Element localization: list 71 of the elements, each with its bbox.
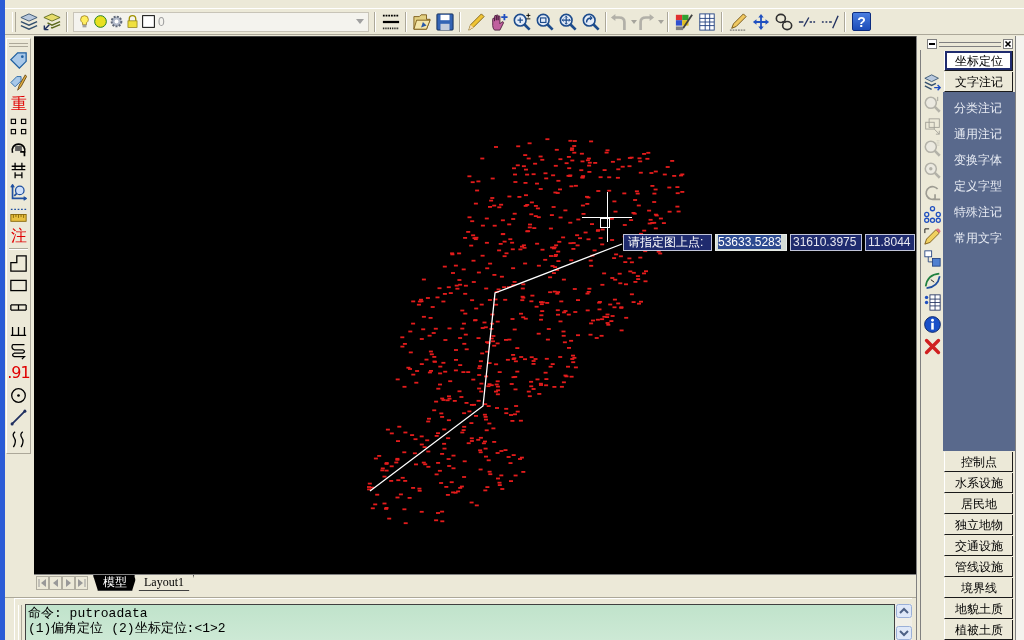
caret-icon: [356, 19, 364, 24]
category-button[interactable]: 居民地: [944, 494, 1013, 514]
palette-item[interactable]: 特殊注记: [943, 199, 1015, 225]
zigzag-icon[interactable]: [10, 342, 27, 360]
minus-icon[interactable]: [927, 39, 937, 49]
dashed-lines-icon[interactable]: [381, 12, 400, 31]
toolbar-button[interactable]: 重: [10, 94, 27, 114]
command-history-line: 命令: putroadata: [28, 606, 149, 621]
category-button[interactable]: 管线设施: [944, 557, 1013, 577]
dynamic-input-prompt: 请指定图上点:: [623, 234, 712, 251]
toolbar-button[interactable]: 注: [10, 226, 27, 246]
palette-item[interactable]: 分类注记: [943, 95, 1015, 121]
tag-icon[interactable]: [10, 51, 27, 69]
hand-plus-icon[interactable]: [489, 12, 508, 31]
sun-icon: [94, 15, 107, 28]
palette-brush-icon[interactable]: [674, 12, 693, 31]
curve-arrows-icon[interactable]: [923, 271, 941, 289]
pencil-eraser-icon[interactable]: [923, 227, 941, 245]
axis-magnifier-icon[interactable]: [10, 183, 27, 201]
gear-icon: [110, 15, 123, 28]
slash-line-icon[interactable]: [820, 12, 839, 31]
square-dots-icon[interactable]: [10, 117, 27, 135]
pencil-ruler-icon[interactable]: [728, 12, 747, 31]
double-bar-icon[interactable]: [10, 161, 27, 179]
category-button[interactable]: 独立地物: [944, 515, 1013, 535]
magnifier-square-icon[interactable]: [535, 12, 554, 31]
s-curves-icon[interactable]: [10, 430, 27, 448]
layers-arrow-icon[interactable]: [42, 12, 61, 31]
category-button[interactable]: 植被土质: [944, 620, 1013, 640]
magnifier-plus-minus-icon[interactable]: [512, 12, 531, 31]
category-button[interactable]: 水系设施: [944, 473, 1013, 493]
palette-item[interactable]: 定义字型: [943, 173, 1015, 199]
coordinate-field[interactable]: 11.8044: [865, 234, 915, 251]
step-outline-icon[interactable]: [10, 254, 27, 272]
color-swatch-icon: [142, 15, 155, 28]
category-button[interactable]: 文字注记: [944, 72, 1013, 92]
command-history-line: (1)偏角定位 (2)坐标定位:<1>2: [28, 621, 227, 636]
magnifier-arrows-icon[interactable]: [558, 12, 577, 31]
category-button[interactable]: 控制点: [944, 452, 1013, 472]
info-icon[interactable]: [923, 315, 941, 333]
tag-pencil-icon[interactable]: [10, 73, 27, 91]
grid-icon[interactable]: [697, 12, 716, 31]
magnifier-arrow-icon[interactable]: [581, 12, 600, 31]
toolbar-button[interactable]: .91: [6, 363, 31, 383]
lightbulb-icon: [78, 15, 91, 28]
coordinate-field[interactable]: 31610.3975: [790, 234, 862, 251]
coordinate-field[interactable]: 53633.5283: [715, 234, 787, 251]
palette-item[interactable]: 变换字体: [943, 147, 1015, 173]
folder-icon[interactable]: [412, 12, 431, 31]
layers-icon[interactable]: [19, 12, 38, 31]
circles-icon[interactable]: [923, 205, 941, 223]
layers-arrow-icon[interactable]: [923, 73, 941, 91]
layout-tab[interactable]: Layout1: [134, 575, 194, 591]
cross-icon[interactable]: [923, 337, 941, 355]
chain-link-icon[interactable]: [774, 12, 793, 31]
circle-dot-icon[interactable]: [10, 386, 27, 404]
palette-item[interactable]: 常用文字: [943, 225, 1015, 251]
category-button[interactable]: 交通设施: [944, 536, 1013, 556]
line-segment-icon[interactable]: [10, 408, 27, 426]
help-button[interactable]: ?: [852, 12, 871, 31]
palette-item[interactable]: 通用注记: [943, 121, 1015, 147]
padlock-icon: [126, 15, 139, 28]
layout-tab[interactable]: 模型: [93, 575, 137, 591]
layer-name: 0: [158, 14, 166, 29]
category-button[interactable]: 地貌土质: [944, 599, 1013, 619]
category-button[interactable]: 境界线: [944, 578, 1013, 598]
linked-squares-icon[interactable]: [923, 249, 941, 267]
category-button[interactable]: 坐标定位: [944, 51, 1013, 71]
close-icon[interactable]: [1003, 39, 1013, 49]
move-arrows-icon[interactable]: [751, 12, 770, 31]
list-icon[interactable]: [923, 293, 941, 311]
